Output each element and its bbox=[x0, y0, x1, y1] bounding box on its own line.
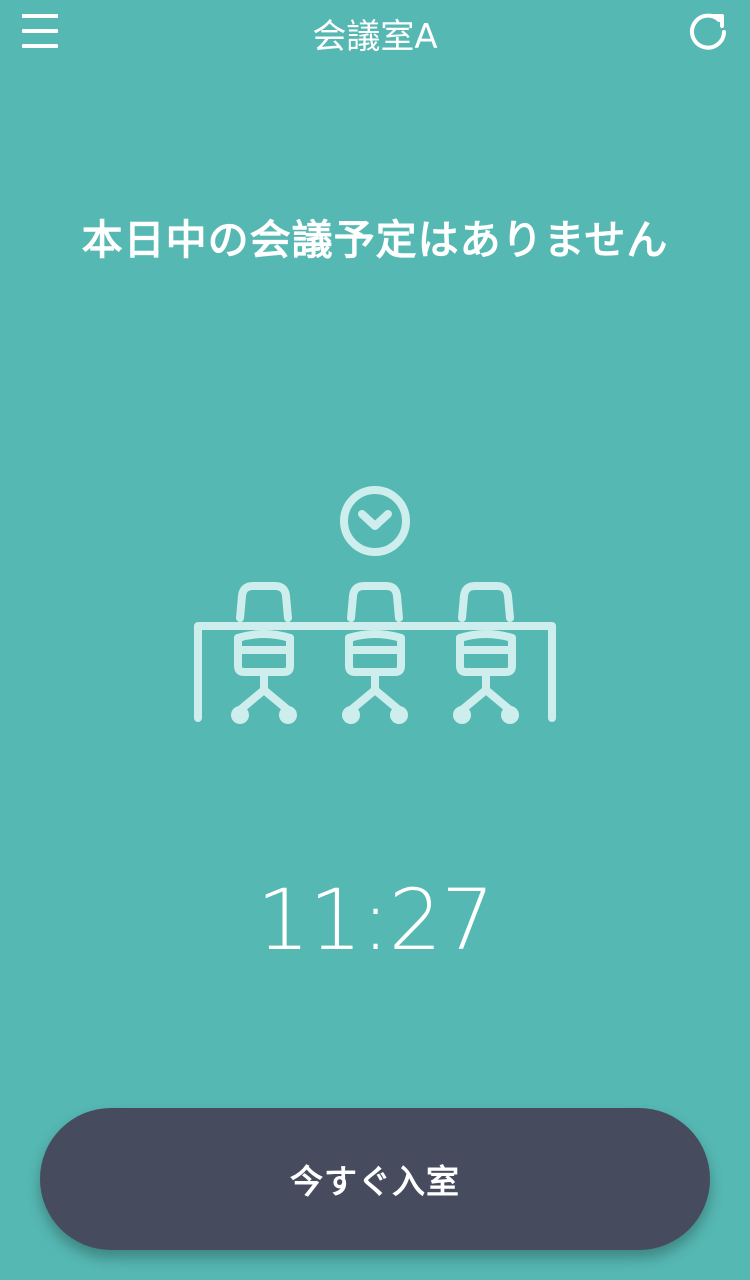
chair-icon bbox=[345, 582, 405, 714]
refresh-icon[interactable] bbox=[686, 10, 730, 54]
enter-now-button[interactable]: 今すぐ入室 bbox=[40, 1108, 710, 1250]
no-meeting-message: 本日中の会議予定はありません bbox=[81, 216, 669, 264]
clock-icon bbox=[340, 486, 410, 556]
current-time: 11:27 bbox=[256, 871, 494, 969]
chair-icon bbox=[234, 582, 294, 714]
room-title: 会議室A bbox=[312, 17, 438, 57]
chair-icon bbox=[456, 582, 516, 714]
enter-now-button-label: 今すぐ入室 bbox=[290, 1162, 460, 1201]
meeting-room-illustration bbox=[188, 480, 562, 730]
